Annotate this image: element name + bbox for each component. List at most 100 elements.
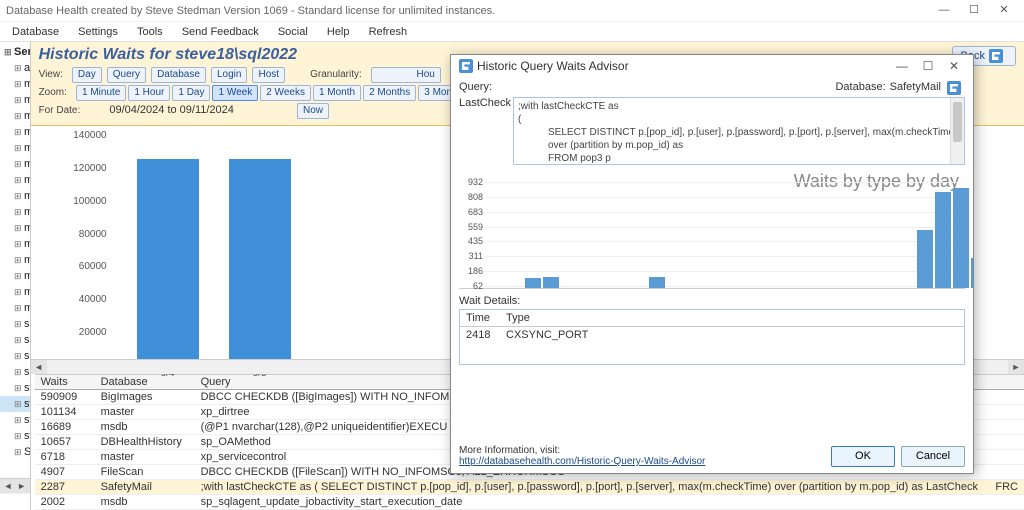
- dialog-icon: [459, 59, 473, 73]
- tree-item[interactable]: multisql\sql2014: [0, 156, 30, 172]
- tree-item[interactable]: multisql\sql2019: [0, 268, 30, 284]
- view-day[interactable]: Day: [72, 67, 102, 83]
- query-label: Query:: [459, 81, 509, 95]
- table-cell: [984, 405, 1024, 419]
- table-cell: 101134: [35, 405, 95, 419]
- window-maximize-button[interactable]: ☐: [960, 3, 988, 19]
- more-info-link[interactable]: http://databasehealth.com/Historic-Query…: [459, 456, 705, 467]
- wd-header-time: Time: [466, 312, 506, 324]
- tree-item[interactable]: multisql\sql2016express: [0, 204, 30, 220]
- granularity-select[interactable]: Hou: [371, 67, 441, 83]
- sql-scrollbar[interactable]: [950, 98, 964, 164]
- gridline: [485, 256, 961, 257]
- sql-line: ;with lastCheckCTE as: [518, 100, 960, 113]
- y-tick: 60000: [63, 261, 107, 272]
- tree-item[interactable]: multisql\sql2016standard: [0, 220, 30, 236]
- menu-social[interactable]: Social: [270, 24, 316, 40]
- window-close-button[interactable]: ✕: [990, 3, 1018, 19]
- query-waits-advisor-dialog: Historic Query Waits Advisor — ☐ ✕ Query…: [450, 54, 974, 474]
- wait-details-label: Wait Details:: [459, 295, 520, 307]
- menu-tools[interactable]: Tools: [129, 24, 171, 40]
- tree-item[interactable]: multisql\sql2017express: [0, 252, 30, 268]
- zoom-1-month[interactable]: 1 Month: [313, 85, 361, 101]
- view-host[interactable]: Host: [252, 67, 285, 83]
- view-login[interactable]: Login: [211, 67, 247, 83]
- view-query[interactable]: Query: [107, 67, 146, 83]
- tree-item[interactable]: multisql\sql2016: [0, 188, 30, 204]
- chart-scroll-right[interactable]: ►: [1008, 360, 1024, 374]
- wait-details-table[interactable]: Time Type 2418 CXSYNC_PORT: [459, 309, 965, 365]
- window-minimize-button[interactable]: —: [930, 3, 958, 19]
- sql-textbox[interactable]: ;with lastCheckCTE as( SELECT DISTINCT p…: [513, 97, 965, 165]
- dialog-maximize-button[interactable]: ☐: [917, 59, 939, 73]
- view-database[interactable]: Database: [151, 67, 206, 83]
- tree-item[interactable]: multisql\sql2012 (Disconnected): [0, 124, 30, 140]
- table-row[interactable]: 2287SafetyMail;with lastCheckCTE as ( SE…: [35, 480, 1024, 495]
- zoom-1-hour[interactable]: 1 Hour: [128, 85, 170, 101]
- table-cell: [984, 495, 1024, 509]
- y-tick: 140000: [63, 130, 107, 141]
- tree-item[interactable]: sql2017.stedman.us\sql2019 (Disconne: [0, 348, 30, 364]
- wd-header-type: Type: [506, 312, 958, 324]
- y-tick: 40000: [63, 294, 107, 305]
- zoom-1-minute[interactable]: 1 Minute: [76, 85, 126, 101]
- tree-item[interactable]: stevelaptop\sql2019 (Disconnected): [0, 412, 30, 428]
- dlg-y-tick: 186: [459, 266, 483, 276]
- menu-send-feedback[interactable]: Send Feedback: [174, 24, 267, 40]
- tree-item[interactable]: sql2005: [0, 332, 30, 348]
- ok-button[interactable]: OK: [831, 446, 895, 467]
- app-titlebar: Database Health created by Steve Stedman…: [0, 0, 1024, 22]
- tree-item[interactable]: sql19.stedman.us (Disconnected): [0, 316, 30, 332]
- tree-root[interactable]: Server Health: [0, 44, 30, 60]
- chart-scroll-left[interactable]: ◄: [31, 360, 47, 374]
- menu-help[interactable]: Help: [319, 24, 358, 40]
- zoom-2-months[interactable]: 2 Months: [363, 85, 416, 101]
- dialog-title: Historic Query Waits Advisor: [477, 59, 629, 73]
- tree-item[interactable]: multisql\sql2008express: [0, 92, 30, 108]
- table-cell: [984, 450, 1024, 464]
- more-info-label: More Information, visit:: [459, 445, 705, 456]
- tree-item[interactable]: multisql\sql2014dev: [0, 172, 30, 188]
- zoom-1-week[interactable]: 1 Week: [212, 85, 258, 101]
- tree-item[interactable]: steve18\sql2022: [0, 396, 30, 412]
- tree-scroll-right[interactable]: ►: [14, 479, 30, 493]
- table-cell: 2287: [35, 480, 95, 494]
- help-icon[interactable]: [947, 81, 961, 95]
- dlg-y-tick: 311: [459, 251, 483, 261]
- menu-settings[interactable]: Settings: [70, 24, 126, 40]
- grid-header[interactable]: [984, 375, 1024, 389]
- dialog-close-button[interactable]: ✕: [943, 59, 965, 73]
- tree-item[interactable]: multisql\sql2012express: [0, 140, 30, 156]
- dialog-minimize-button[interactable]: —: [891, 59, 913, 73]
- dlg-bar: [953, 188, 969, 288]
- tree-item[interactable]: Software License: [0, 444, 30, 460]
- tree-item[interactable]: multisql\sql2017: [0, 236, 30, 252]
- table-cell: 16689: [35, 420, 95, 434]
- tree-item[interactable]: multisql\sql2019express: [0, 284, 30, 300]
- table-row[interactable]: 2002msdbsp_sqlagent_update_jobactivity_s…: [35, 495, 1024, 510]
- menu-refresh[interactable]: Refresh: [361, 24, 416, 40]
- tree-item[interactable]: sql2017.stedman.us\sqlexpress (Discor: [0, 364, 30, 380]
- table-cell: SafetyMail: [95, 480, 195, 494]
- tree-item[interactable]: multisql\sql2008: [0, 76, 30, 92]
- menu-database[interactable]: Database: [4, 24, 67, 40]
- sql-line: (: [518, 113, 960, 126]
- tree-item[interactable]: multisql\sql2022: [0, 300, 30, 316]
- dlg-y-tick: 559: [459, 222, 483, 232]
- zoom-2-weeks[interactable]: 2 Weeks: [260, 85, 311, 101]
- tree-item[interactable]: azstedman01\sqlexpress: [0, 60, 30, 76]
- tree-item[interactable]: multisql\sql2008r2: [0, 108, 30, 124]
- now-button[interactable]: Now: [297, 103, 329, 119]
- server-tree[interactable]: Server Health azstedman01\sqlexpressmult…: [0, 42, 31, 510]
- table-cell: FileScan: [95, 465, 195, 479]
- wd-row[interactable]: 2418 CXSYNC_PORT: [460, 327, 964, 343]
- table-cell: 2002: [35, 495, 95, 509]
- tree-item[interactable]: steve18\sql2019: [0, 380, 30, 396]
- back-icon: [989, 49, 1003, 63]
- gridline: [485, 182, 961, 183]
- zoom-1-day[interactable]: 1 Day: [172, 85, 210, 101]
- cancel-button[interactable]: Cancel: [901, 446, 965, 467]
- gridline: [485, 271, 961, 272]
- tree-item[interactable]: stevelaptop\sql2022 (Disconnected): [0, 428, 30, 444]
- table-cell: [984, 420, 1024, 434]
